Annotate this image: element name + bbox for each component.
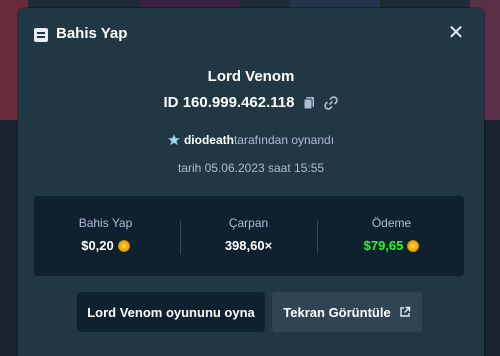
game-name: Lord Venom (207, 68, 295, 85)
played-by-line: diodeath tarafından oynandı (18, 133, 484, 149)
link-icon[interactable] (324, 95, 339, 110)
bet-slip-icon (34, 28, 48, 42)
stats-divider (317, 220, 318, 254)
coin-icon (117, 239, 130, 252)
stat-label: Çarpan (228, 216, 269, 230)
view-screenshot-button[interactable]: Tekran Görüntüle (272, 292, 422, 332)
star-icon (168, 134, 180, 146)
bet-id-value: 160.999.462.118 (182, 94, 295, 111)
stat-value-row: $0,20 (34, 238, 177, 253)
play-game-button[interactable]: Lord Venom oyununu oyna (77, 292, 265, 332)
bet-id-label: ID (163, 94, 179, 111)
external-link-icon (399, 306, 410, 317)
play-game-label: Lord Venom oyununu oyna (87, 304, 255, 320)
stat-payout: Ödeme $79,65 (320, 196, 463, 276)
stat-label: Ödeme (371, 216, 412, 230)
modal-header: Bahis Yap ✕ (18, 8, 484, 58)
played-by-text: tarafından oynandı (233, 133, 335, 147)
coin-icon (407, 239, 420, 252)
username-link[interactable]: diodeath (184, 133, 234, 147)
view-screenshot-label: Tekran Görüntüle (283, 304, 391, 320)
bet-date: tarih 05.06.2023 saat 15:55 (177, 161, 325, 175)
payout-value: $79,65 (363, 238, 404, 253)
stat-multiplier: Çarpan 398,60× (177, 196, 320, 276)
bet-amount-value: $0,20 (81, 238, 114, 253)
copy-icon[interactable] (302, 96, 316, 110)
stat-label: Bahis Yap (78, 216, 133, 230)
bet-id-row: ID 160.999.462.118 (18, 94, 484, 111)
close-icon[interactable]: ✕ (446, 23, 466, 43)
stat-value-row: 398,60× (177, 238, 320, 253)
stat-bet-amount: Bahis Yap $0,20 (34, 196, 177, 276)
modal-title: Bahis Yap (56, 25, 128, 42)
stat-value-row: $79,65 (320, 238, 463, 253)
bet-details-modal: Bahis Yap ✕ Lord Venom ID 160.999.462.11… (18, 8, 484, 356)
bet-stats-panel: Bahis Yap $0,20 Çarpan 398,60× Ödeme $79… (34, 196, 464, 276)
multiplier-value: 398,60× (224, 238, 273, 253)
